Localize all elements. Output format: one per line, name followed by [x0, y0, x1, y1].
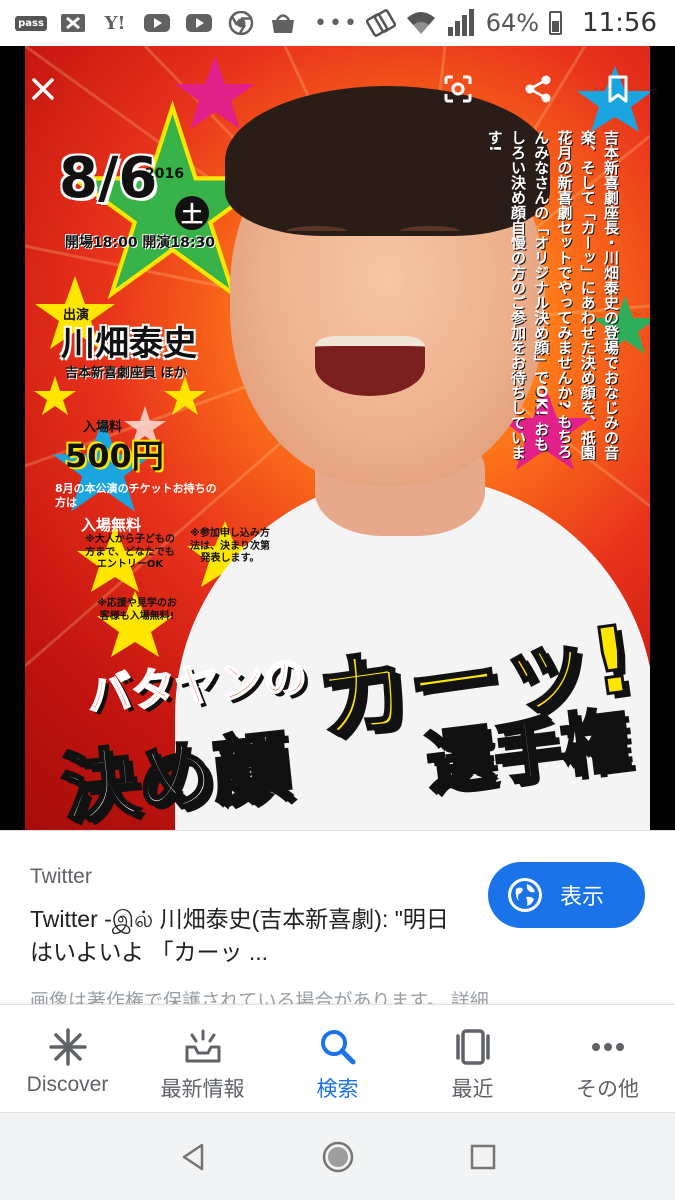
nfc-icon — [365, 9, 396, 37]
bottom-navigation: Discover 最新情報 検索 最近 その他 — [0, 1004, 675, 1112]
chrome-icon — [226, 10, 256, 36]
fee-free: 入場無料 — [81, 516, 142, 534]
nav-search[interactable]: 検索 — [270, 1005, 405, 1112]
youtube-icon — [142, 10, 172, 36]
asterisk-icon — [48, 1028, 87, 1066]
share-icon — [525, 75, 551, 103]
bookmark-icon — [608, 75, 628, 103]
cast-name: 川畑泰史 — [61, 324, 197, 364]
updates-icon — [185, 1029, 220, 1063]
share-button[interactable] — [513, 64, 563, 114]
nav-recent-label: 最近 — [451, 1078, 494, 1101]
battery-icon — [549, 11, 563, 35]
result-source: Twitter — [30, 865, 92, 888]
recent-tabs-icon — [455, 1029, 490, 1065]
market-icon — [268, 10, 298, 36]
battery-percent: 64% — [485, 9, 540, 37]
fee-note: 8月の本公演のチケットお持ちの方は — [55, 482, 217, 510]
nav-recent[interactable]: 最近 — [405, 1005, 540, 1112]
poster-description: 吉本新喜劇座長・川畑泰史の登場でおなじみの音楽、そして「カーッ」にあわせた決め顔… — [485, 130, 620, 460]
back-button[interactable] — [173, 1137, 213, 1177]
globe-icon — [508, 878, 542, 912]
event-date: 8/6 — [59, 146, 157, 211]
visit-button[interactable]: 表示 — [488, 862, 645, 928]
event-date-value: 8/6 — [59, 146, 158, 211]
bookmark-button[interactable] — [593, 64, 643, 114]
nav-search-label: 検索 — [316, 1078, 359, 1101]
note-audience: ※応援や見学のお客様も入場無料! — [97, 598, 177, 622]
overview-icon — [470, 1144, 495, 1169]
event-year: 2016 — [145, 166, 184, 182]
recents-button[interactable] — [463, 1137, 503, 1177]
nav-updates-label: 最新情報 — [160, 1078, 245, 1101]
yahoo-icon-label: Y! — [104, 12, 126, 34]
nav-discover[interactable]: Discover — [0, 1005, 135, 1112]
nav-more-label: その他 — [576, 1078, 639, 1101]
close-icon — [32, 78, 54, 100]
cast-sub: 吉本新喜劇座員 ほか — [65, 366, 187, 381]
pass-icon-label: pass — [15, 15, 47, 31]
close-button[interactable] — [18, 64, 68, 114]
result-title[interactable]: Twitter -இல் 川畑泰史(吉本新喜劇): "明日はいよいよ 「カーッ … — [30, 903, 470, 970]
status-bar: pass Y! ••• 64% 11:56 — [0, 0, 675, 46]
nav-updates[interactable]: 最新情報 — [135, 1005, 270, 1112]
result-card[interactable]: Twitter Twitter -இல் 川畑泰史(吉本新喜劇): "明日はいよ… — [0, 830, 675, 1012]
search-icon — [320, 1030, 355, 1065]
signal-icon — [447, 9, 474, 36]
more-icon: ••• — [314, 10, 359, 36]
image-viewer[interactable]: 8/6 2016 土 開場18:00 開演18:30 出演 川畑泰史 吉本新喜劇… — [0, 46, 675, 830]
yahoo-icon: Y! — [100, 10, 130, 36]
status-bar-system: 64% 11:56 — [365, 0, 657, 46]
home-icon — [322, 1141, 353, 1172]
person-eye-left — [287, 226, 347, 236]
visit-button-label: 表示 — [560, 884, 605, 909]
fee-value: 500円 — [65, 437, 164, 475]
wifi-icon — [406, 12, 435, 34]
home-button[interactable] — [318, 1137, 358, 1177]
note-entry: ※大人から子どもの方まで、どなたでもエントリーOK — [85, 534, 175, 570]
status-bar-notifications: pass Y! ••• — [0, 10, 359, 36]
x-mail-icon — [58, 10, 88, 36]
event-times: 開場18:00 開演18:30 — [65, 235, 216, 251]
nav-more[interactable]: その他 — [540, 1005, 675, 1112]
system-navigation-bar — [0, 1112, 675, 1200]
more-icon — [591, 1043, 624, 1051]
youtube-icon — [184, 10, 214, 36]
lens-button[interactable] — [433, 64, 483, 114]
poster-image[interactable]: 8/6 2016 土 開場18:00 開演18:30 出演 川畑泰史 吉本新喜劇… — [25, 46, 650, 830]
event-weekday: 土 — [175, 196, 209, 230]
lens-icon — [444, 75, 472, 103]
nav-discover-label: Discover — [26, 1073, 109, 1096]
back-icon — [182, 1143, 203, 1170]
person-mouth — [315, 336, 425, 396]
person-eye-right — [400, 226, 460, 236]
note-apply: ※参加申し込み方法は、決まり次第発表します。 — [190, 528, 270, 564]
pass-icon: pass — [15, 10, 47, 36]
clock: 11:56 — [582, 8, 657, 38]
